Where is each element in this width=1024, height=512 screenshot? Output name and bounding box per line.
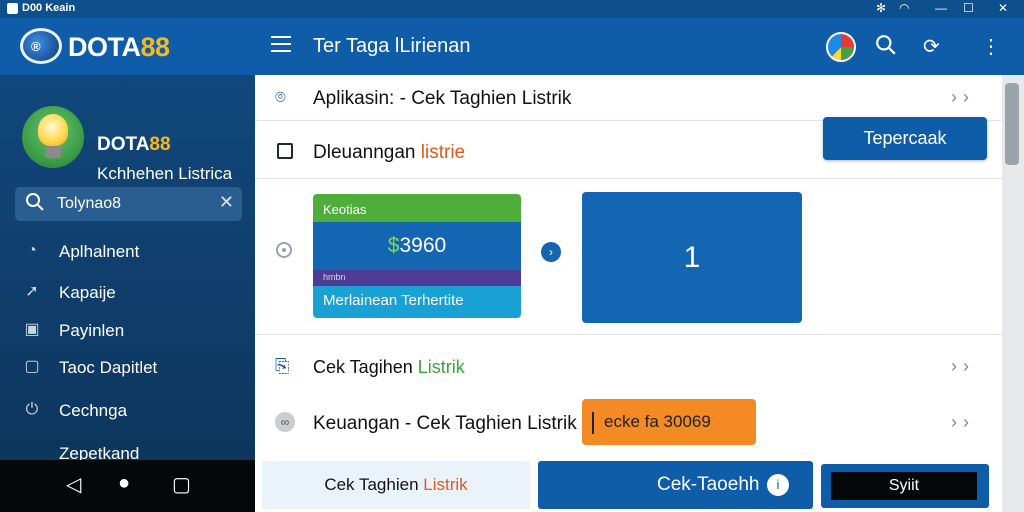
clock-icon: ◔: [27, 242, 37, 259]
main-content: ⌾ Aplikasin: - Cek Taghien Listrik ›› Dl…: [255, 75, 1002, 512]
count-card[interactable]: 1: [582, 192, 802, 323]
minimize-icon[interactable]: —: [935, 1, 947, 15]
language-flag-icon[interactable]: [826, 32, 856, 62]
wifi-icon: ◠: [899, 1, 910, 15]
brand-badge-icon: ®: [20, 28, 62, 64]
card-stripe: hmbn: [313, 270, 521, 286]
list-item-label: Dleuanngan listrie: [313, 142, 466, 163]
square-icon: ▢: [24, 358, 40, 375]
card-footer: Merlainean Terhertite: [313, 286, 521, 318]
divider: [255, 334, 1002, 335]
chevron-right-icon: ››: [951, 412, 975, 432]
home-icon[interactable]: ●: [118, 472, 130, 495]
menu-icon[interactable]: [271, 36, 291, 52]
list-item-aplikasi[interactable]: ⌾ Aplikasin: - Cek Taghien Listrik ››: [255, 75, 1002, 121]
recents-icon[interactable]: ▢: [172, 472, 191, 497]
bluetooth-icon: ✻: [876, 1, 887, 15]
sidebar-item-kapaije[interactable]: ➚ Kapaije: [0, 274, 255, 310]
checkbox[interactable]: [277, 143, 293, 159]
clear-search-icon[interactable]: ✕: [219, 192, 234, 213]
status-app-name: D00 Keain: [22, 2, 76, 14]
app-logo-icon: [7, 3, 18, 14]
search-icon[interactable]: [875, 34, 897, 56]
info-icon: i: [767, 474, 789, 496]
close-icon[interactable]: ✕: [998, 1, 1008, 15]
sidebar-item-label: Kapaije: [59, 283, 116, 302]
list-item-label: Keuangan - Cek Taghien Listrik: [313, 413, 577, 434]
power-icon: ⏻: [25, 401, 39, 418]
list-item-label: Cek Tagihen Listrik: [313, 357, 465, 377]
more-options-icon[interactable]: ⋮: [981, 34, 1001, 59]
primary-button[interactable]: Tepercaak: [823, 117, 987, 160]
android-nav-bar: ◁ ● ▢: [0, 460, 255, 512]
sidebar-item-label: Cechnga: [59, 401, 128, 420]
card-amount: $3960: [313, 222, 521, 270]
brand-name: DOTA88: [68, 32, 170, 62]
scrollbar-thumb[interactable]: [1005, 83, 1019, 165]
scrollbar[interactable]: [1002, 75, 1024, 512]
maximize-icon[interactable]: ☐: [963, 1, 974, 15]
share-icon[interactable]: ⟳: [923, 34, 940, 59]
balance-card[interactable]: Keotias $3960 hmbn Merlainean Terhertite: [313, 194, 521, 318]
sidebar-item-aplhalnent[interactable]: ◔ Aplhalnent: [0, 233, 255, 269]
sidebar: ® DOTA88 DOTA88 Kchhehen Listrica ✕ ◔ Ap…: [0, 18, 255, 512]
search-box[interactable]: ✕: [15, 187, 242, 221]
search-input[interactable]: [57, 192, 207, 216]
list-item-label: Aplikasin: - Cek Taghien Listrik: [313, 88, 572, 109]
page-title: Ter Taga lLirienan: [313, 35, 471, 57]
save-button[interactable]: Syiit: [821, 464, 989, 508]
location-icon: ⌾: [275, 87, 286, 107]
profile-title: DOTA88: [97, 134, 171, 155]
sidebar-item-payinlen[interactable]: ▣ Payinlen: [0, 312, 255, 348]
chevron-right-icon: ››: [951, 87, 975, 107]
back-icon[interactable]: ◁: [66, 472, 81, 497]
chevron-right-icon: ››: [951, 356, 975, 376]
status-bar: D00 Keain ✻ ◠ — ☐ ✕: [0, 0, 1024, 18]
square-icon: ▣: [24, 321, 40, 338]
brand-header: ® DOTA88: [0, 18, 255, 75]
divider: [255, 178, 1002, 179]
top-app-bar: Ter Taga lLirienan ⟳ ⋮: [255, 18, 1024, 75]
save-button-label: Syiit: [831, 472, 977, 500]
radio-button[interactable]: [276, 242, 292, 258]
card-header: Keotias: [313, 194, 521, 222]
tab-cek-taghien[interactable]: Cek Taghien Listrik: [262, 461, 530, 509]
link-icon: ∞: [275, 412, 295, 432]
sidebar-item-label: Taoc Dapitlet: [59, 358, 158, 377]
check-bill-button[interactable]: Cek-Taoehh i: [538, 461, 813, 509]
arrow-icon: ➚: [25, 283, 39, 300]
profile-subtitle: Kchhehen Listrica: [97, 164, 233, 183]
sidebar-item-taoc-dapitlet[interactable]: ▢ Taoc Dapitlet: [0, 349, 255, 385]
sidebar-item-label: Aplhalnent: [59, 242, 140, 261]
sidebar-item-cechnga[interactable]: ⏻ Cechnga: [0, 392, 255, 428]
chevron-right-icon[interactable]: ›: [541, 242, 561, 262]
sidebar-item-label: Payinlen: [59, 321, 125, 340]
amount-button[interactable]: ecke fa 30069: [582, 399, 756, 445]
document-icon: ⎘: [275, 356, 290, 376]
search-icon: [26, 193, 44, 211]
bottom-action-bar: Cek Taghien Listrik Cek-Taoehh i Syiit: [255, 457, 1002, 512]
lightbulb-icon: [22, 106, 84, 168]
